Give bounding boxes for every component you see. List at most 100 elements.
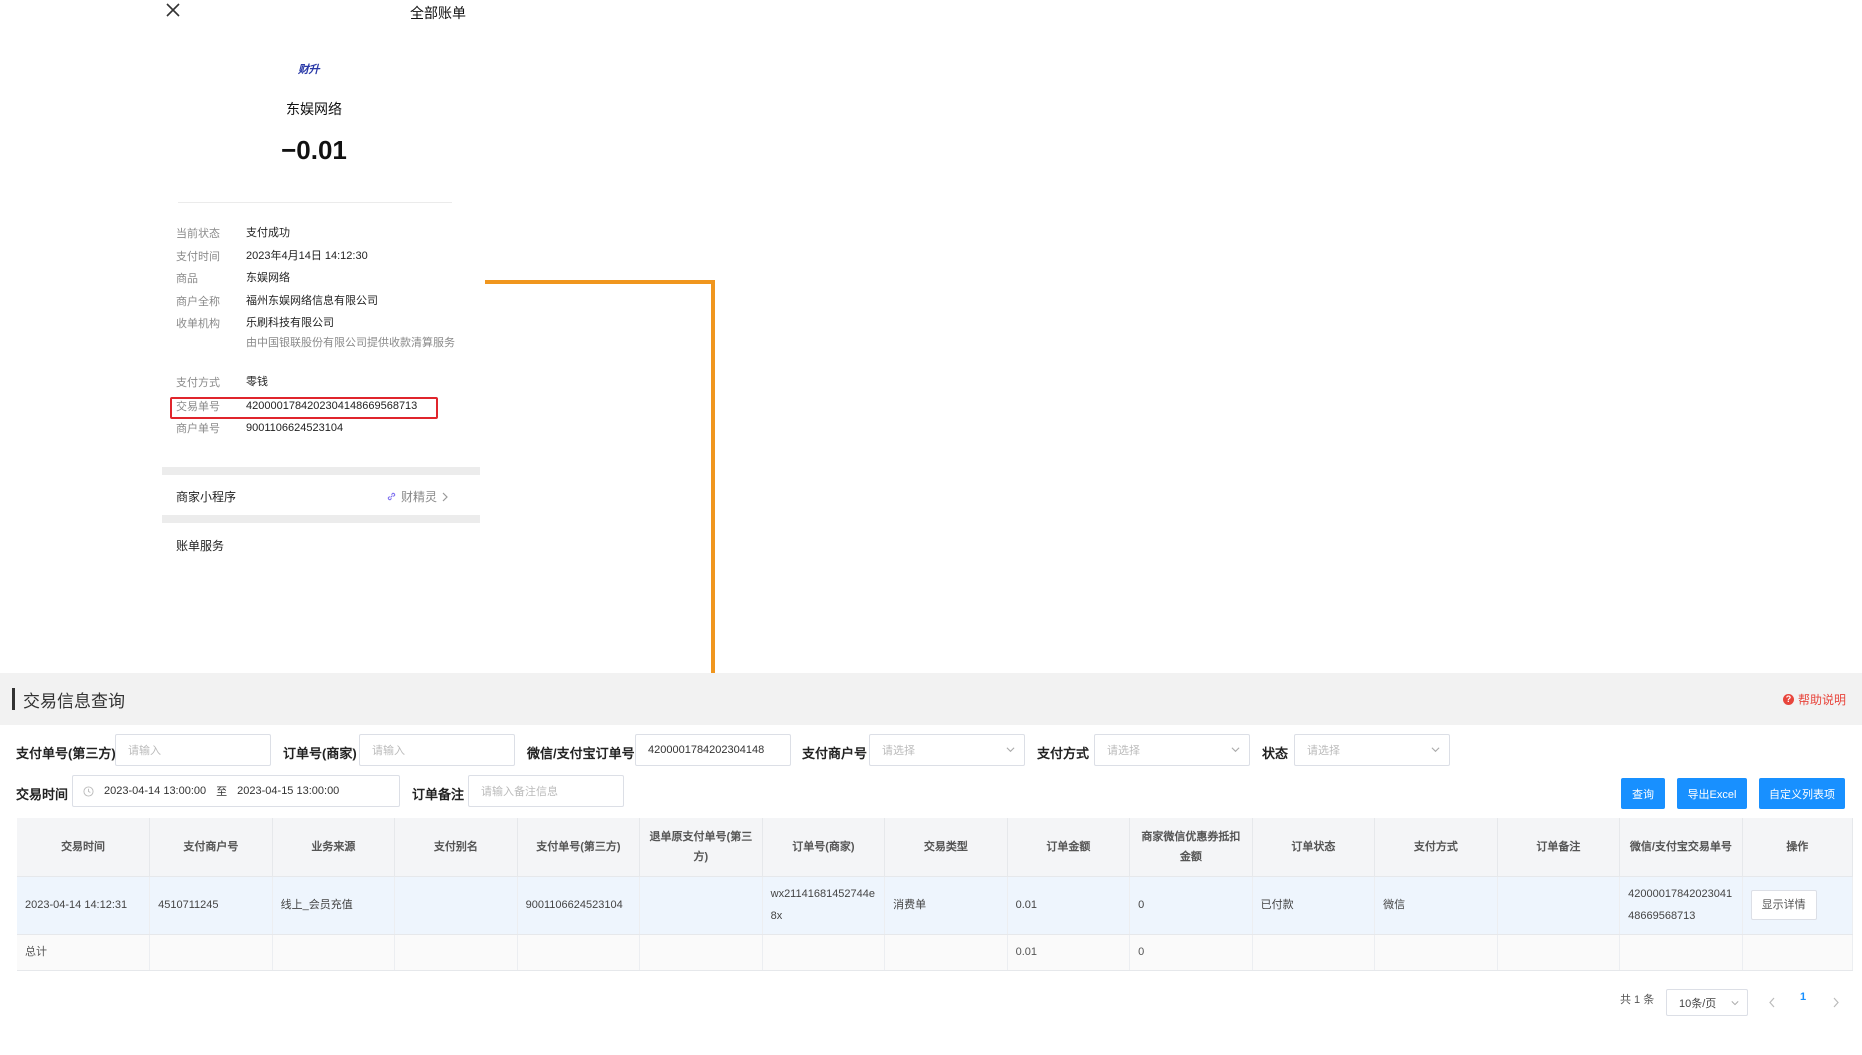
third-party-no-input[interactable]: 请输入	[115, 734, 271, 766]
cell-empty	[1374, 934, 1498, 971]
section-divider	[162, 515, 480, 523]
chevron-right-icon	[442, 492, 448, 501]
show-detail-button[interactable]: 显示详情	[1750, 890, 1817, 920]
select-placeholder: 请选择	[1107, 745, 1140, 757]
cell-total-amount: 0.01	[1007, 934, 1131, 971]
column-header: 订单备注	[1497, 818, 1621, 877]
cell-empty	[149, 934, 273, 971]
link-icon	[387, 492, 396, 501]
cell-empty	[1497, 934, 1621, 971]
annotation-arrow-horizontal	[485, 280, 715, 284]
field-value: 乐刷科技有限公司	[246, 317, 334, 329]
annotation-arrow-vertical	[711, 280, 715, 706]
field-value: 支付成功	[246, 227, 290, 239]
cell-empty	[272, 934, 396, 971]
field-label: 收单机构	[176, 318, 220, 330]
field-value: 东娱网络	[246, 272, 290, 284]
highlight-box	[170, 397, 438, 419]
column-header: 订单状态	[1252, 818, 1376, 877]
column-header: 支付商户号	[149, 818, 273, 877]
select-placeholder: 请选择	[1307, 745, 1340, 757]
pay-method-select[interactable]: 请选择	[1094, 734, 1250, 766]
cell-pay-method: 微信	[1374, 876, 1498, 935]
page-number-current[interactable]: 1	[1800, 991, 1806, 1003]
column-header: 支付单号(第三方)	[517, 818, 641, 877]
cell-order-amount: 0.01	[1007, 876, 1131, 935]
merchant-name: 东娱网络	[286, 101, 342, 117]
cell-trade-type: 消费单	[884, 876, 1008, 935]
mini-program-label: 商家小程序	[176, 490, 237, 504]
cell-trade-time: 2023-04-14 14:12:31	[17, 876, 151, 935]
cell-empty	[1252, 934, 1376, 971]
merchant-no-label: 支付商户号	[802, 746, 868, 761]
date-range-picker[interactable]: 2023-04-14 13:00:00 至 2023-04-15 13:00:0…	[72, 775, 400, 807]
prev-page-icon[interactable]	[1768, 997, 1776, 1008]
column-header: 交易类型	[884, 818, 1008, 877]
wx-alipay-no-input[interactable]: 4200001784202304148	[635, 734, 791, 766]
cell-refund-orig-no	[639, 876, 763, 935]
help-link[interactable]: ? 帮助说明	[1782, 691, 1846, 708]
pay-method-label: 支付方式	[1037, 746, 1090, 761]
cell-total-label: 总计	[17, 934, 151, 971]
cell-order-no: wx21141681452744e8x	[762, 876, 886, 935]
column-header: 支付别名	[394, 818, 518, 877]
merchant-no-select[interactable]: 请选择	[869, 734, 1025, 766]
field-value: 2023年4月14日 14:12:30	[246, 250, 368, 262]
pager-total: 共 1 条	[1620, 994, 1655, 1006]
transaction-table: 交易时间 支付商户号 业务来源 支付别名 支付单号(第三方) 退单原支付单号(第…	[17, 818, 1854, 971]
status-label: 状态	[1262, 746, 1289, 761]
panel-header: 交易信息查询 ? 帮助说明	[0, 673, 1862, 725]
column-header: 操作	[1742, 818, 1854, 877]
field-label: 商品	[176, 273, 198, 285]
cell-empty	[394, 934, 518, 971]
wx-alipay-no-label: 微信/支付宝订单号	[527, 746, 635, 761]
field-label: 当前状态	[176, 228, 220, 240]
order-remark-input[interactable]: 请输入备注信息	[468, 775, 624, 807]
cell-empty	[517, 934, 641, 971]
help-label: 帮助说明	[1797, 693, 1846, 707]
field-value: 零钱	[246, 376, 268, 388]
field-label: 商户全称	[176, 296, 220, 308]
panel-title: 交易信息查询	[23, 692, 125, 711]
table-row[interactable]: 2023-04-14 14:12:31 4510711245 线上_会员充值 9…	[17, 876, 1854, 935]
chevron-down-icon	[1731, 1001, 1739, 1006]
close-icon[interactable]	[166, 3, 180, 17]
status-select[interactable]: 请选择	[1294, 734, 1450, 766]
field-value: 9001106624523104	[246, 422, 344, 434]
column-header: 订单号(商家)	[762, 818, 886, 877]
cell-empty	[884, 934, 1008, 971]
cell-merchant-no: 4510711245	[149, 876, 273, 935]
merchant-logo: 财升	[298, 64, 320, 76]
cell-empty	[1742, 934, 1854, 971]
help-icon: ?	[1782, 694, 1794, 705]
order-no-label: 订单号(商家)	[283, 746, 357, 761]
section-divider	[162, 467, 480, 475]
clock-icon	[83, 785, 94, 797]
cell-wx-trade-no: 4200001784202304148669568713	[1619, 876, 1743, 935]
select-placeholder: 请选择	[882, 745, 915, 757]
custom-columns-button[interactable]: 自定义列表项	[1759, 778, 1845, 809]
mini-program-link[interactable]: 财精灵	[386, 488, 449, 505]
cell-pay-alias	[394, 876, 518, 935]
field-label: 支付时间	[176, 251, 220, 263]
order-no-input[interactable]: 请输入	[359, 734, 515, 766]
cell-order-remark	[1497, 876, 1621, 935]
divider	[178, 202, 452, 203]
chevron-down-icon	[1231, 747, 1240, 753]
column-header: 退单原支付单号(第三方)	[639, 818, 763, 877]
export-excel-button[interactable]: 导出Excel	[1677, 778, 1747, 809]
next-page-icon[interactable]	[1832, 997, 1840, 1008]
column-header: 交易时间	[17, 818, 151, 877]
chevron-down-icon	[1431, 747, 1440, 753]
query-button[interactable]: 查询	[1621, 778, 1665, 809]
page-size-select[interactable]: 10条/页	[1666, 989, 1748, 1016]
field-value: 福州东娱网络信息有限公司	[246, 295, 378, 307]
date-end: 2023-04-15 13:00:00	[237, 785, 340, 797]
column-header: 商家微信优惠券抵扣金额	[1129, 818, 1253, 877]
cell-total-coupon: 0	[1129, 934, 1253, 971]
column-header: 微信/支付宝交易单号	[1619, 818, 1743, 877]
order-remark-label: 订单备注	[412, 787, 465, 802]
cell-order-status: 已付款	[1252, 876, 1376, 935]
cell-biz-source: 线上_会员充值	[272, 876, 396, 935]
bill-amount: −0.01	[281, 135, 347, 165]
